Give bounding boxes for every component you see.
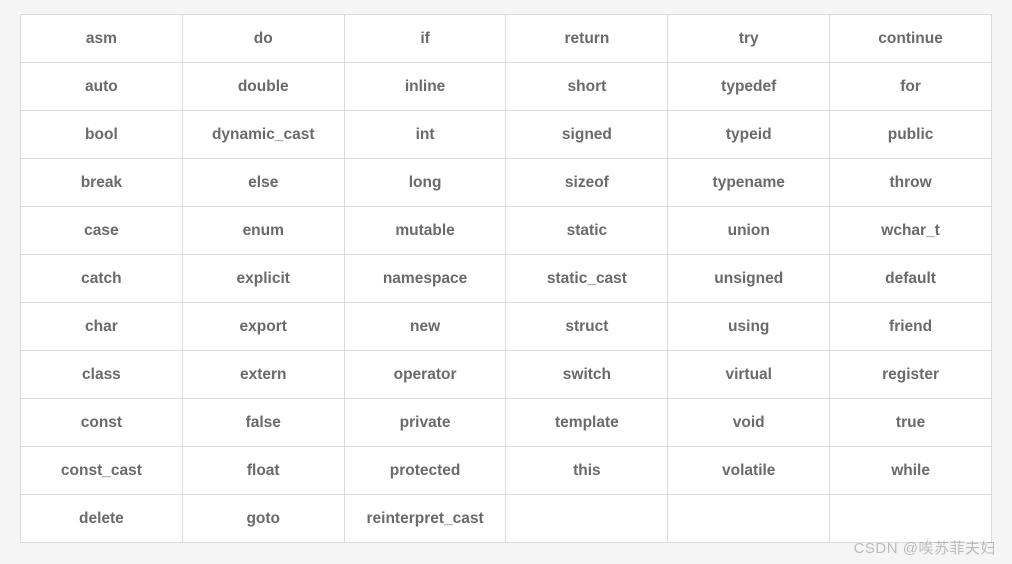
table-cell: try [668,15,830,63]
table-cell: const [21,399,183,447]
table-cell-empty [830,495,992,543]
table-row: break else long sizeof typename throw [21,159,992,207]
table-cell: case [21,207,183,255]
table-cell: auto [21,63,183,111]
table-cell: default [830,255,992,303]
table-cell: typedef [668,63,830,111]
table-cell: volatile [668,447,830,495]
table-cell: enum [182,207,344,255]
table-cell: new [344,303,506,351]
table-cell: template [506,399,668,447]
table-row: class extern operator switch virtual reg… [21,351,992,399]
table-cell: false [182,399,344,447]
table-cell: public [830,111,992,159]
table-cell: private [344,399,506,447]
table-cell: short [506,63,668,111]
table-cell: delete [21,495,183,543]
table-cell: else [182,159,344,207]
table-row: bool dynamic_cast int signed typeid publ… [21,111,992,159]
table-cell: register [830,351,992,399]
table-cell: true [830,399,992,447]
table-cell: friend [830,303,992,351]
table-cell: class [21,351,183,399]
table-row: auto double inline short typedef for [21,63,992,111]
table-cell: struct [506,303,668,351]
table-cell: continue [830,15,992,63]
table-cell: typeid [668,111,830,159]
table-row: catch explicit namespace static_cast uns… [21,255,992,303]
table-cell: protected [344,447,506,495]
table-cell: if [344,15,506,63]
table-cell: double [182,63,344,111]
table-cell: goto [182,495,344,543]
table-cell: mutable [344,207,506,255]
table-cell: asm [21,15,183,63]
table-cell: long [344,159,506,207]
table-cell: namespace [344,255,506,303]
table-cell: operator [344,351,506,399]
table-cell: do [182,15,344,63]
table-cell: extern [182,351,344,399]
table-cell: signed [506,111,668,159]
table-cell: this [506,447,668,495]
table-cell: const_cast [21,447,183,495]
table-cell: break [21,159,183,207]
table-cell-empty [506,495,668,543]
keywords-table: asm do if return try continue auto doubl… [20,14,992,543]
table-row: asm do if return try continue [21,15,992,63]
table-row: const_cast float protected this volatile… [21,447,992,495]
table-cell: sizeof [506,159,668,207]
table-cell: static_cast [506,255,668,303]
table-cell: unsigned [668,255,830,303]
table-row: case enum mutable static union wchar_t [21,207,992,255]
table-cell: return [506,15,668,63]
table-cell: inline [344,63,506,111]
table-cell: catch [21,255,183,303]
table-cell: switch [506,351,668,399]
table-cell: union [668,207,830,255]
table-cell: static [506,207,668,255]
table-cell: char [21,303,183,351]
table-cell: int [344,111,506,159]
table-cell: while [830,447,992,495]
table-cell: virtual [668,351,830,399]
table-row: const false private template void true [21,399,992,447]
table-cell: explicit [182,255,344,303]
table-cell: using [668,303,830,351]
table-cell: export [182,303,344,351]
table-cell: bool [21,111,183,159]
table-row: delete goto reinterpret_cast [21,495,992,543]
table-cell: typename [668,159,830,207]
table-cell: wchar_t [830,207,992,255]
table-cell: float [182,447,344,495]
table-cell-empty [668,495,830,543]
table-row: char export new struct using friend [21,303,992,351]
table-cell: void [668,399,830,447]
table-cell: throw [830,159,992,207]
table-cell: reinterpret_cast [344,495,506,543]
table-cell: for [830,63,992,111]
table-cell: dynamic_cast [182,111,344,159]
